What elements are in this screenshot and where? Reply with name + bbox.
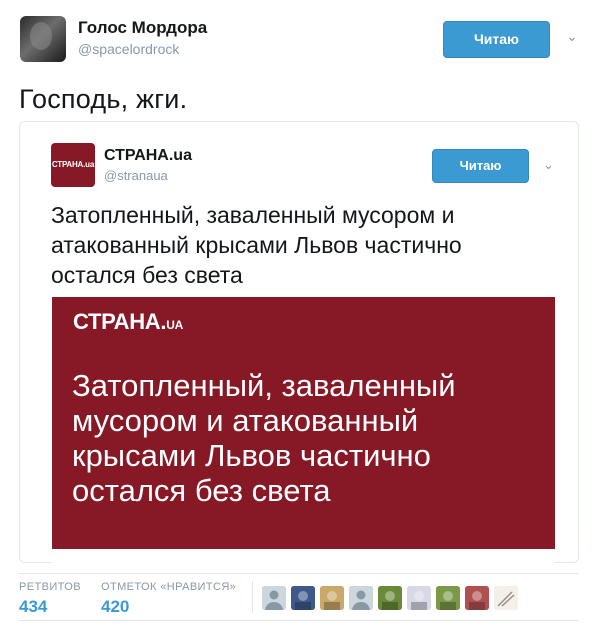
author-name[interactable]: Голос Мордора xyxy=(78,18,207,38)
sketch-avatar-icon[interactable] xyxy=(494,586,518,610)
default-avatar-icon[interactable] xyxy=(262,586,286,610)
divider xyxy=(19,620,579,621)
media-bottom-strip xyxy=(52,549,555,563)
retweets-count[interactable]: 434 xyxy=(19,597,47,617)
likes-label[interactable]: ОТМЕТОК «НРАВИТСЯ» xyxy=(101,581,236,593)
likes-count[interactable]: 420 xyxy=(101,597,129,617)
media-logo-suffix: UA xyxy=(166,318,183,332)
follow-button[interactable]: Читаю xyxy=(443,21,550,58)
chevron-down-icon[interactable]: ⌄ xyxy=(566,28,578,45)
quoted-author-name[interactable]: СТРАНА.ua xyxy=(104,147,192,165)
quoted-tweet-text: Затопленный, заваленный мусором и атаков… xyxy=(51,202,462,288)
figure-avatar-icon[interactable] xyxy=(320,586,344,610)
retweets-label[interactable]: РЕТВИТОВ xyxy=(19,581,81,593)
photo-avatar-icon[interactable] xyxy=(407,586,431,610)
photo-avatar-icon[interactable] xyxy=(465,586,489,610)
quoted-author-handle[interactable]: @stranaua xyxy=(104,168,168,183)
quoted-follow-button[interactable]: Читаю xyxy=(432,149,529,183)
tweet-text: Господь, жги. xyxy=(19,84,188,114)
stats-divider xyxy=(252,581,253,613)
emblem-avatar-icon[interactable] xyxy=(291,586,315,610)
author-avatar[interactable] xyxy=(20,16,66,62)
media-headline: Затопленный, заваленный мусором и атаков… xyxy=(72,368,456,508)
quoted-author-avatar[interactable]: СТРАНА.ua xyxy=(51,143,95,187)
media-logo-main: СТРАНА. xyxy=(73,309,167,334)
default-avatar-icon[interactable] xyxy=(349,586,373,610)
photo-avatar-icon[interactable] xyxy=(436,586,460,610)
quoted-chevron-down-icon[interactable]: ⌄ xyxy=(543,157,554,173)
divider xyxy=(19,573,579,574)
author-handle[interactable]: @spacelordrock xyxy=(78,41,179,57)
media-logo: СТРАНА.UA xyxy=(73,309,183,335)
photo-avatar-icon[interactable] xyxy=(378,586,402,610)
